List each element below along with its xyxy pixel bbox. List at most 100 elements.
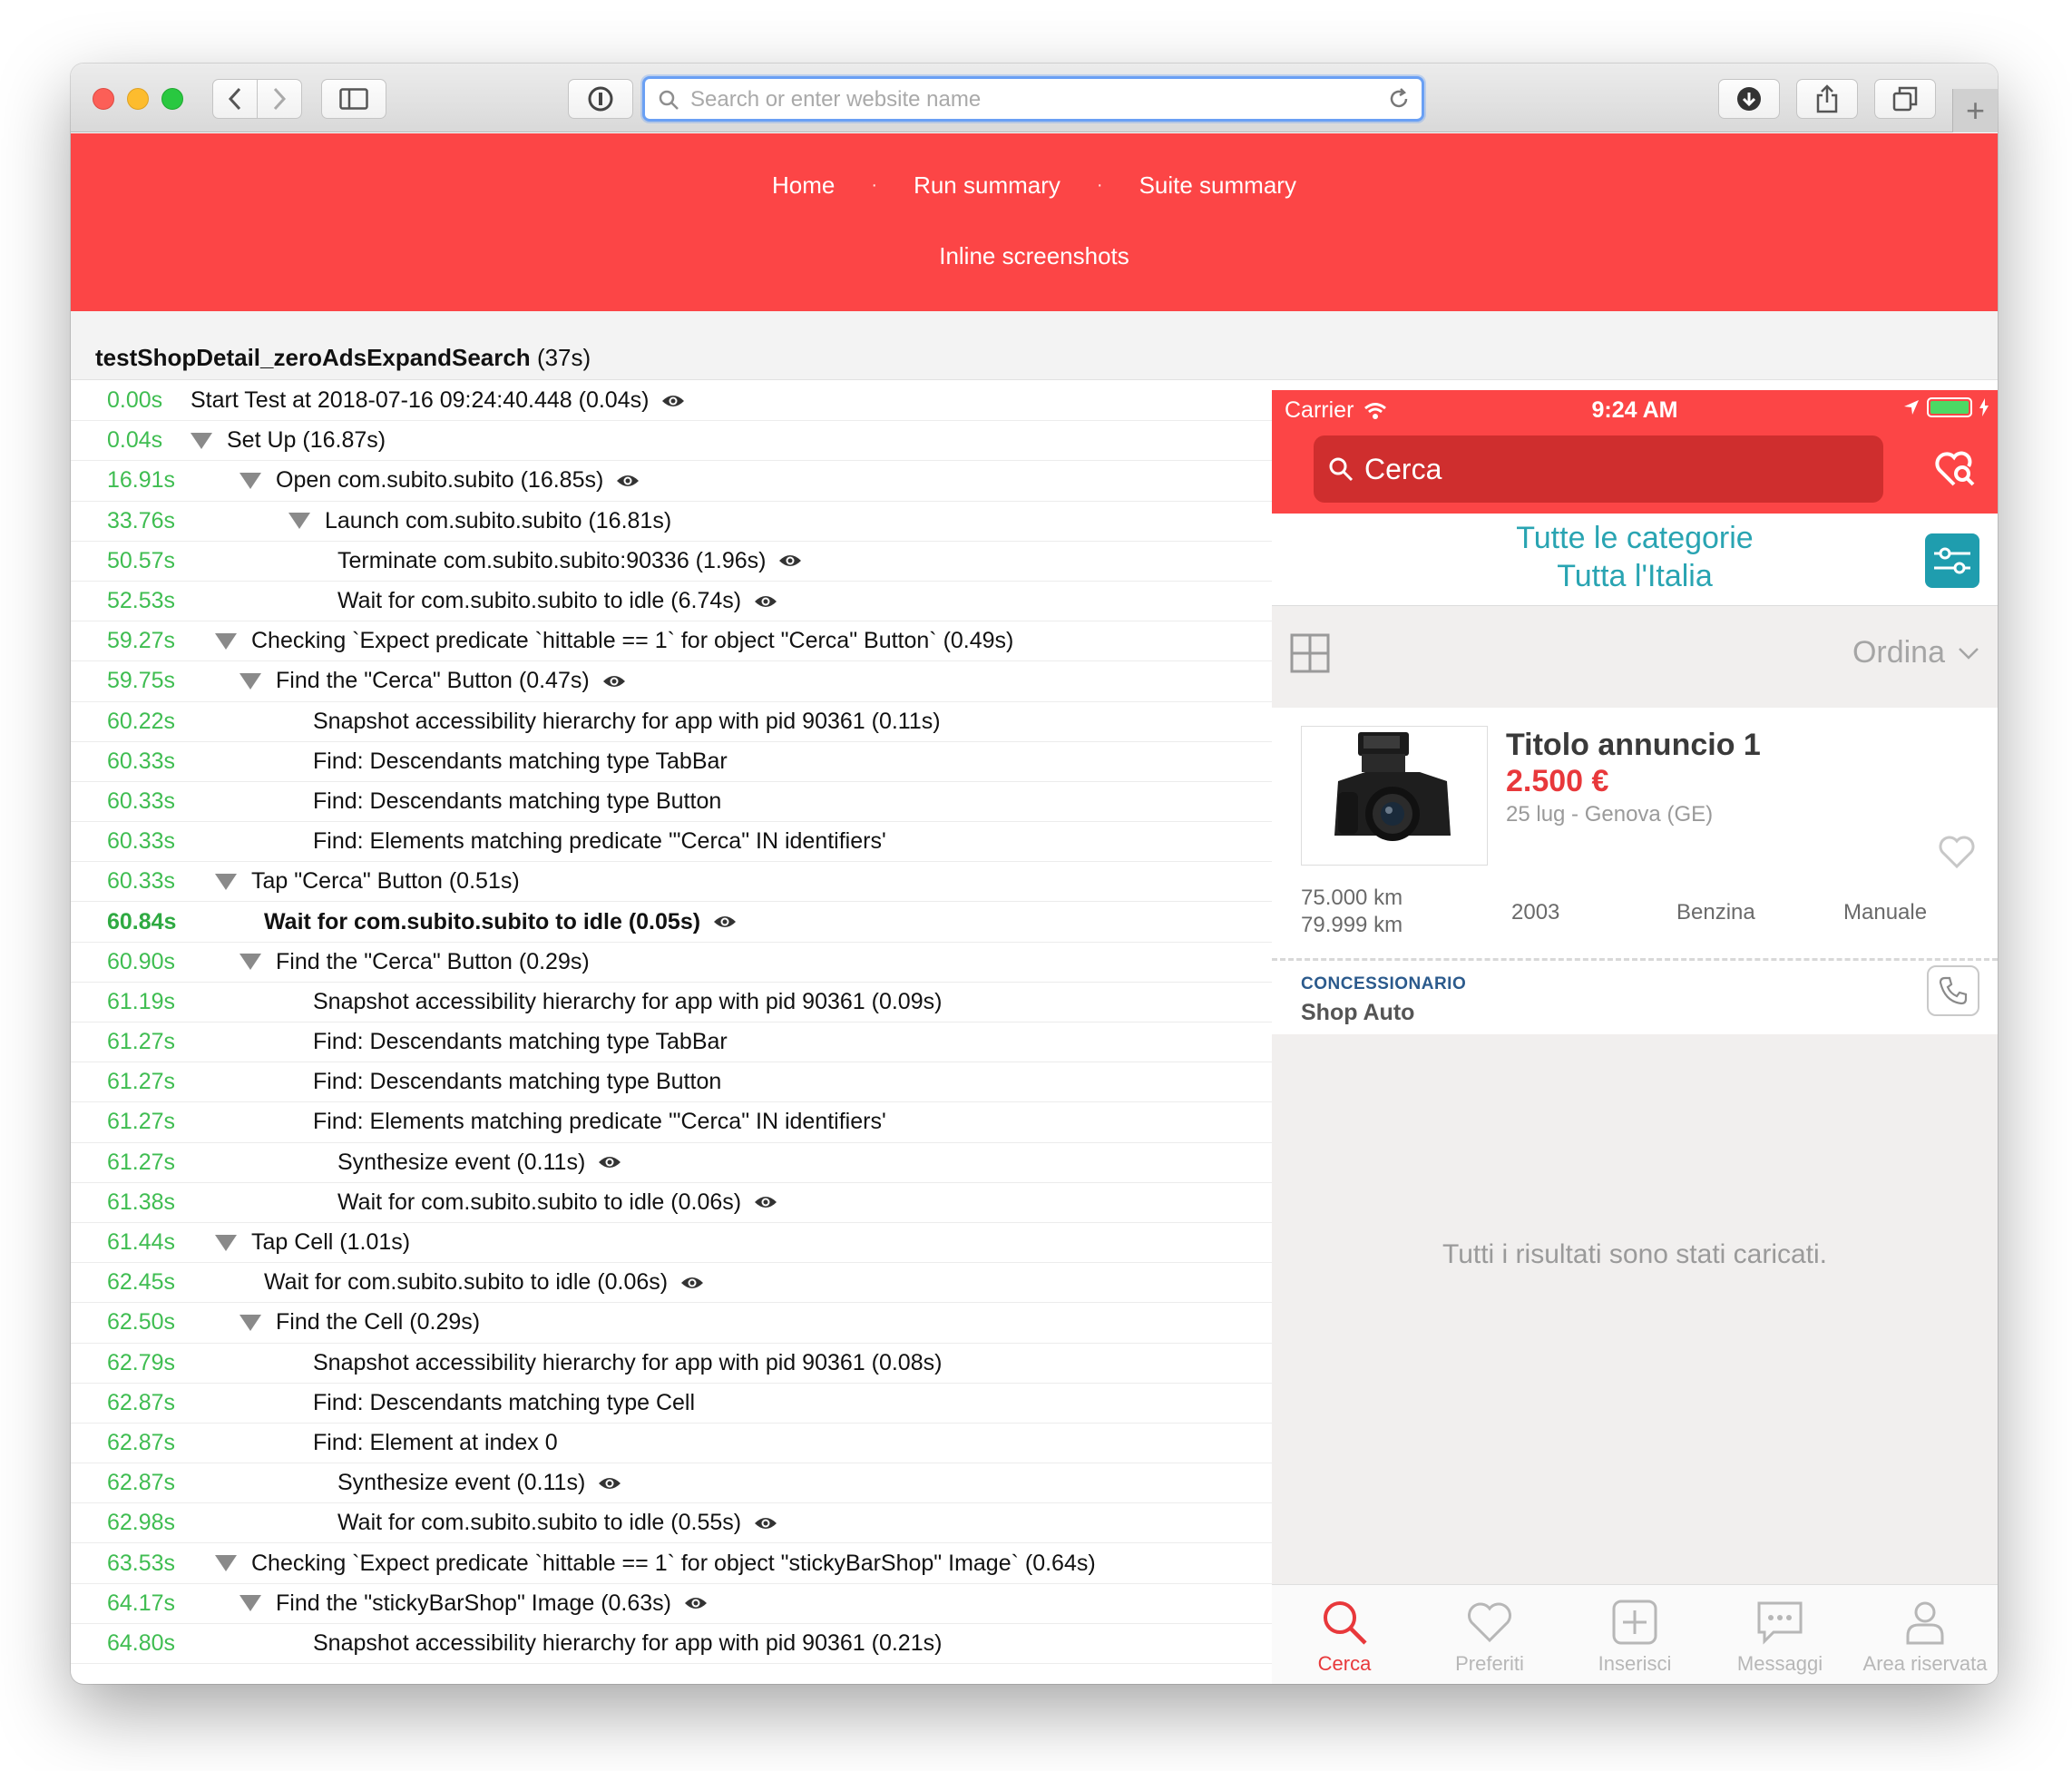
disclosure-triangle-icon[interactable] — [239, 472, 261, 489]
zoom-window-button[interactable] — [161, 88, 183, 110]
disclosure-triangle-icon[interactable] — [239, 672, 261, 690]
back-button[interactable] — [212, 79, 258, 119]
log-row[interactable]: 59.27s Checking `Expect predicate `hittab… — [71, 621, 1272, 662]
disclosure-triangle-icon[interactable] — [239, 1595, 261, 1612]
disclosure-triangle-icon[interactable] — [215, 873, 237, 890]
log-row[interactable]: 62.50s Find the Cell (0.29s) — [71, 1303, 1272, 1344]
eye-icon[interactable] — [713, 914, 737, 930]
nav-inline-screenshots-link[interactable]: Inline screenshots — [939, 242, 1129, 270]
log-entry: Find the "Cerca" Button (0.47s) — [239, 668, 626, 694]
log-row: 62.98s Wait for com.subito.subito to idle… — [71, 1503, 1272, 1544]
log-row: 62.87s Synthesize event (0.11s) — [71, 1463, 1272, 1504]
log-text: Find: Descendants matching type Button — [313, 1069, 722, 1095]
eye-icon[interactable] — [754, 1194, 777, 1210]
log-row[interactable]: 16.91s Open com.subito.subito (16.85s) — [71, 461, 1272, 502]
eye-icon[interactable] — [598, 1154, 621, 1170]
log-row: 61.38s Wait for com.subito.subito to idle… — [71, 1183, 1272, 1223]
log-entry: Find the Cell (0.29s) — [239, 1309, 480, 1336]
eye-icon[interactable] — [616, 473, 640, 489]
log-entry: Snapshot accessibility hierarchy for app… — [313, 1350, 942, 1376]
disclosure-triangle-icon[interactable] — [288, 513, 310, 530]
tabs-icon — [1892, 86, 1918, 112]
tabs-overview-button[interactable] — [1874, 79, 1936, 119]
disclosure-triangle-icon[interactable] — [215, 1234, 237, 1251]
log-row[interactable]: 63.53s Checking `Expect predicate `hittab… — [71, 1543, 1272, 1584]
category-label[interactable]: Tutte le categorie — [1272, 521, 1998, 556]
privacy-report-button[interactable] — [568, 79, 633, 119]
location-label[interactable]: Tutta l'Italia — [1272, 559, 1998, 594]
log-entry: Wait for com.subito.subito to idle (0.05… — [264, 909, 737, 935]
log-row[interactable]: 59.75s Find the "Cerca" Button (0.47s) — [71, 661, 1272, 702]
disclosure-triangle-icon[interactable] — [215, 632, 237, 650]
log-entry: Find: Descendants matching type Cell — [313, 1390, 695, 1416]
reload-icon[interactable] — [1387, 87, 1411, 111]
disclosure-triangle-icon[interactable] — [215, 1555, 237, 1572]
tab-area-riservata[interactable]: Area riservata — [1852, 1585, 1998, 1684]
log-row[interactable]: 64.17s Find the "stickyBarShop" Image (0.… — [71, 1584, 1272, 1624]
log-row[interactable]: 0.04s Set Up (16.87s) — [71, 421, 1272, 462]
nav-home-link[interactable]: Home — [772, 171, 835, 200]
call-button[interactable] — [1927, 965, 1979, 1016]
ad-card[interactable]: Titolo annuncio 1 2.500 € 25 lug - Genov… — [1272, 708, 1998, 1034]
log-row[interactable]: 60.33s Tap "Cerca" Button (0.51s) — [71, 862, 1272, 903]
tab-preferiti[interactable]: Preferiti — [1417, 1585, 1562, 1684]
grid-view-icon[interactable] — [1290, 633, 1330, 673]
nav-separator: · — [871, 175, 878, 195]
tab-inserisci[interactable]: Inserisci — [1562, 1585, 1707, 1684]
eye-icon[interactable] — [602, 673, 626, 690]
log-text: Snapshot accessibility hierarchy for app… — [313, 1349, 943, 1375]
nav-suite-summary-link[interactable]: Suite summary — [1139, 171, 1296, 200]
status-time: 9:24 AM — [1591, 397, 1678, 423]
nav-separator: · — [1096, 175, 1103, 195]
forward-button[interactable] — [257, 79, 302, 119]
log-text: Start Test at 2018-07-16 09:24:40.448 (0… — [191, 387, 650, 414]
ad-fuel: Benzina — [1676, 900, 1755, 925]
log-row[interactable]: 61.44s Tap Cell (1.01s) — [71, 1223, 1272, 1264]
minimize-window-button[interactable] — [127, 88, 149, 110]
tab-cerca[interactable]: Cerca — [1272, 1585, 1417, 1684]
disclosure-triangle-icon[interactable] — [239, 1314, 261, 1331]
disclosure-triangle-icon[interactable] — [191, 432, 212, 449]
saved-search-icon[interactable] — [1934, 450, 1976, 488]
log-timestamp: 62.50s — [107, 1309, 176, 1336]
disclosure-triangle-icon[interactable] — [239, 954, 261, 971]
eye-icon[interactable] — [754, 593, 777, 610]
app-search-field[interactable]: Cerca — [1314, 435, 1883, 503]
eye-icon[interactable] — [684, 1595, 708, 1611]
nav-run-summary-link[interactable]: Run summary — [914, 171, 1060, 200]
log-timestamp: 0.00s — [107, 387, 163, 414]
log-text: Find: Elements matching predicate '"Cerc… — [313, 828, 886, 855]
eye-icon[interactable] — [778, 553, 802, 569]
category-location-selector[interactable]: Tutte le categorie Tutta l'Italia — [1272, 514, 1998, 606]
share-button[interactable] — [1796, 79, 1858, 119]
eye-icon[interactable] — [661, 393, 685, 409]
log-timestamp: 61.27s — [107, 1069, 176, 1095]
new-tab-button[interactable]: + — [1952, 89, 1998, 132]
heart-icon[interactable] — [1938, 835, 1976, 869]
ad-price: 2.500 € — [1506, 764, 1609, 798]
charging-icon — [1979, 398, 1989, 416]
device-screenshot: Carrier 9:24 AM Cerca Tutte le categorie… — [1272, 390, 1998, 1684]
eye-icon[interactable] — [598, 1475, 621, 1492]
tab-messaggi[interactable]: Messaggi — [1707, 1585, 1852, 1684]
dashed-divider — [1272, 958, 1998, 961]
download-icon — [1737, 87, 1761, 111]
sort-dropdown[interactable]: Ordina — [1852, 635, 1979, 670]
close-window-button[interactable] — [93, 88, 114, 110]
filters-button[interactable] — [1925, 533, 1979, 588]
location-arrow-icon — [1904, 400, 1919, 415]
downloads-button[interactable] — [1718, 79, 1780, 119]
eye-icon[interactable] — [754, 1515, 777, 1531]
address-bar[interactable] — [642, 76, 1424, 122]
log-timestamp: 61.27s — [107, 1109, 176, 1135]
log-row[interactable]: 60.90s Find the "Cerca" Button (0.29s) — [71, 943, 1272, 983]
log-row: 62.87s Find: Element at index 0 — [71, 1424, 1272, 1464]
log-entry: Terminate com.subito.subito:90336 (1.96s… — [337, 548, 802, 574]
log-row[interactable]: 33.76s Launch com.subito.subito (16.81s) — [71, 502, 1272, 542]
sidebar-toggle-button[interactable] — [321, 79, 386, 119]
log-timestamp: 60.33s — [107, 828, 176, 855]
eye-icon[interactable] — [680, 1275, 704, 1291]
address-input[interactable] — [690, 84, 1362, 115]
log-timestamp: 61.38s — [107, 1189, 176, 1215]
log-text: Wait for com.subito.subito to idle (0.06… — [264, 1269, 669, 1296]
